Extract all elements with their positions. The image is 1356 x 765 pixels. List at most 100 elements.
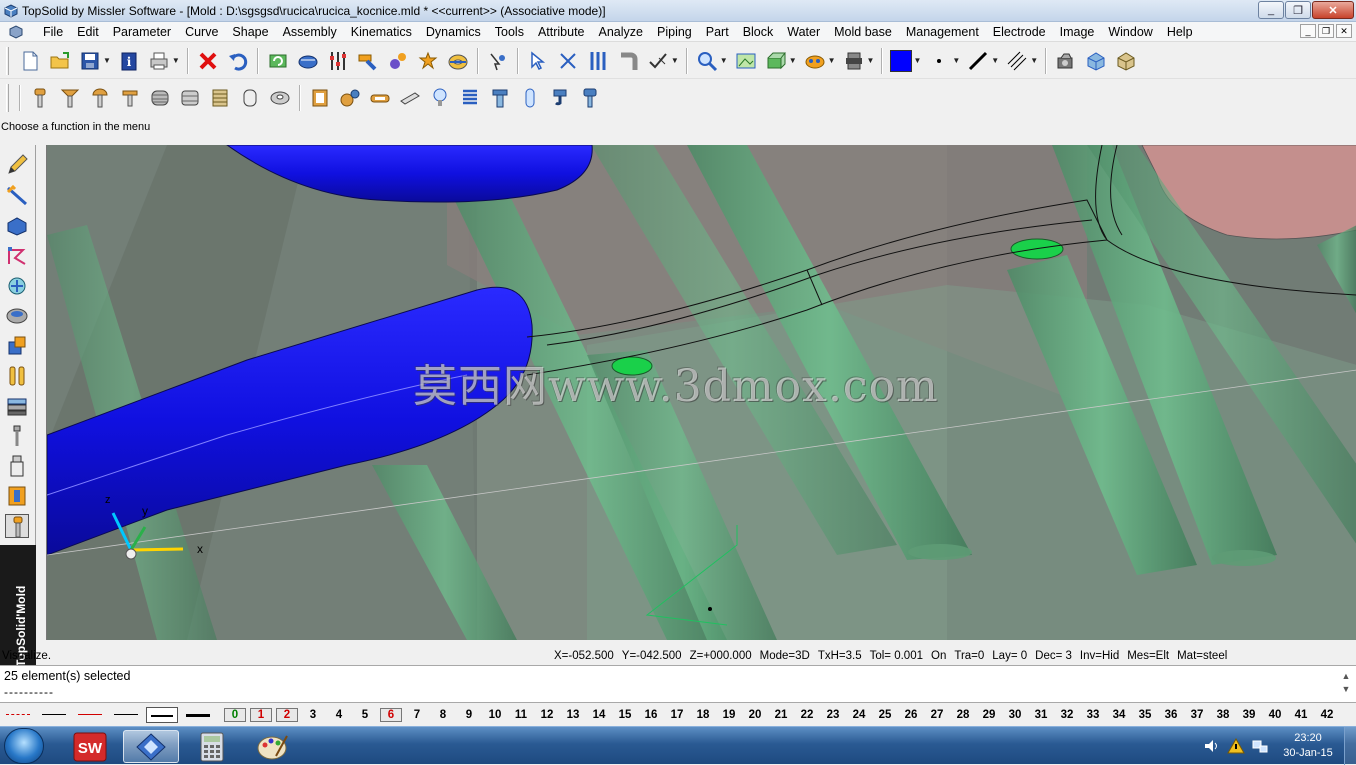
- model-icon[interactable]: [1084, 49, 1108, 73]
- tools-icon[interactable]: [5, 484, 29, 508]
- layer-14[interactable]: 14: [586, 709, 612, 721]
- toolbar-grip[interactable]: [6, 46, 9, 75]
- solidworks-icon[interactable]: SW: [62, 730, 118, 763]
- layer-2[interactable]: 2: [276, 708, 298, 722]
- layer-6[interactable]: 6: [380, 708, 402, 722]
- menu-attribute[interactable]: Attribute: [531, 25, 592, 39]
- menu-block[interactable]: Block: [736, 25, 781, 39]
- graphics-viewport[interactable]: z y x 莫西网www.3dmox.com: [46, 145, 1356, 640]
- menu-dynamics[interactable]: Dynamics: [419, 25, 488, 39]
- ejector-icon[interactable]: [578, 86, 602, 110]
- thin-line-style[interactable]: [38, 707, 70, 723]
- countersunk-screw-icon[interactable]: [58, 86, 82, 110]
- menu-part[interactable]: Part: [699, 25, 736, 39]
- status-decimals[interactable]: Dec= 3: [1035, 650, 1072, 662]
- layer-41[interactable]: 41: [1288, 709, 1314, 721]
- part-icon[interactable]: [5, 304, 29, 328]
- thick-line-style[interactable]: [182, 707, 214, 723]
- windows-start-icon[interactable]: [4, 728, 44, 764]
- layer-42[interactable]: 42: [1314, 709, 1340, 721]
- menu-tools[interactable]: Tools: [488, 25, 531, 39]
- topsolid-icon[interactable]: [123, 730, 179, 763]
- menu-parameter[interactable]: Parameter: [106, 25, 178, 39]
- menu-analyze[interactable]: Analyze: [592, 25, 650, 39]
- status-x-coordinate[interactable]: X=-052.500: [554, 650, 614, 662]
- curve-icon[interactable]: [5, 184, 29, 208]
- gears-icon[interactable]: [338, 86, 362, 110]
- menu-electrode[interactable]: Electrode: [986, 25, 1053, 39]
- status-tolerance[interactable]: Tol= 0.001: [870, 650, 923, 662]
- zoom-dropdown-icon[interactable]: ▼: [720, 56, 728, 65]
- doc-minimize-button[interactable]: _: [1300, 24, 1316, 38]
- layer-3[interactable]: 3: [300, 709, 326, 721]
- check-dropdown-icon[interactable]: ▼: [671, 56, 679, 65]
- warning-flag-icon[interactable]: [1227, 737, 1245, 755]
- shape-icon[interactable]: [5, 214, 29, 238]
- menu-assembly[interactable]: Assembly: [276, 25, 344, 39]
- close-button[interactable]: ✕: [1312, 1, 1354, 19]
- normal-line-style[interactable]: [110, 707, 142, 723]
- layer-13[interactable]: 13: [560, 709, 586, 721]
- layer-5[interactable]: 5: [352, 709, 378, 721]
- layer-29[interactable]: 29: [976, 709, 1002, 721]
- menu-curve[interactable]: Curve: [178, 25, 225, 39]
- cube-icon[interactable]: [1114, 49, 1138, 73]
- layer-22[interactable]: 22: [794, 709, 820, 721]
- red-line-style[interactable]: [74, 707, 106, 723]
- assembly-wrench-icon[interactable]: [386, 49, 410, 73]
- doc-restore-button[interactable]: ❐: [1318, 24, 1334, 38]
- medium-line-style[interactable]: [146, 707, 178, 723]
- clamp-icon[interactable]: [368, 86, 392, 110]
- delete-icon[interactable]: [196, 49, 220, 73]
- menu-water[interactable]: Water: [780, 25, 827, 39]
- status-on[interactable]: On: [931, 650, 946, 662]
- threaded-insert-icon[interactable]: [208, 86, 232, 110]
- layer-31[interactable]: 31: [1028, 709, 1054, 721]
- color-dropdown-icon[interactable]: ▼: [913, 56, 921, 65]
- hatch-style-dropdown-icon[interactable]: ▼: [1030, 56, 1038, 65]
- layer-34[interactable]: 34: [1106, 709, 1132, 721]
- status-y-coordinate[interactable]: Y=-042.500: [622, 650, 682, 662]
- save-dropdown-icon[interactable]: ▼: [103, 56, 111, 65]
- line-width-icon[interactable]: [966, 49, 990, 73]
- menu-help[interactable]: Help: [1160, 25, 1200, 39]
- line-width-dropdown-icon[interactable]: ▼: [991, 56, 999, 65]
- kinematics-icon[interactable]: [5, 274, 29, 298]
- print-icon[interactable]: [147, 49, 171, 73]
- check-icon[interactable]: [646, 49, 670, 73]
- bolt-icon[interactable]: [488, 86, 512, 110]
- menu-kinematics[interactable]: Kinematics: [344, 25, 419, 39]
- document-icon[interactable]: [8, 24, 24, 39]
- status-mode[interactable]: Mode=3D: [760, 650, 810, 662]
- paint-icon[interactable]: [245, 730, 301, 763]
- status-z-coordinate[interactable]: Z=+000.000: [690, 650, 752, 662]
- zoom-icon[interactable]: [695, 49, 719, 73]
- minimize-button[interactable]: _: [1258, 1, 1284, 19]
- pipe-icon[interactable]: [616, 49, 640, 73]
- dash-dot-line-style[interactable]: [2, 707, 34, 723]
- render-icon[interactable]: [803, 49, 827, 73]
- menu-management[interactable]: Management: [899, 25, 986, 39]
- parameters-icon[interactable]: [326, 49, 350, 73]
- layer-27[interactable]: 27: [924, 709, 950, 721]
- show-desktop-button[interactable]: [1344, 727, 1356, 765]
- spring-icon[interactable]: [458, 86, 482, 110]
- select-icon[interactable]: [526, 49, 550, 73]
- layer-21[interactable]: 21: [768, 709, 794, 721]
- new-file-icon[interactable]: [18, 49, 42, 73]
- layer-33[interactable]: 33: [1080, 709, 1106, 721]
- layer-8[interactable]: 8: [430, 709, 456, 721]
- screw-lib-icon[interactable]: [5, 514, 29, 538]
- scan-icon[interactable]: [296, 49, 320, 73]
- print-dropdown-icon[interactable]: ▼: [172, 56, 180, 65]
- equalizer-icon[interactable]: [586, 49, 610, 73]
- network-icon[interactable]: [1251, 737, 1269, 755]
- layer-1[interactable]: 1: [250, 708, 272, 722]
- button-head-screw-icon[interactable]: [88, 86, 112, 110]
- layer-28[interactable]: 28: [950, 709, 976, 721]
- toolbar-grip[interactable]: [6, 84, 9, 112]
- status-layer[interactable]: Lay= 0: [992, 650, 1027, 662]
- mold-base-icon[interactable]: [5, 394, 29, 418]
- bulb-icon[interactable]: [428, 86, 452, 110]
- undo-icon[interactable]: [226, 49, 250, 73]
